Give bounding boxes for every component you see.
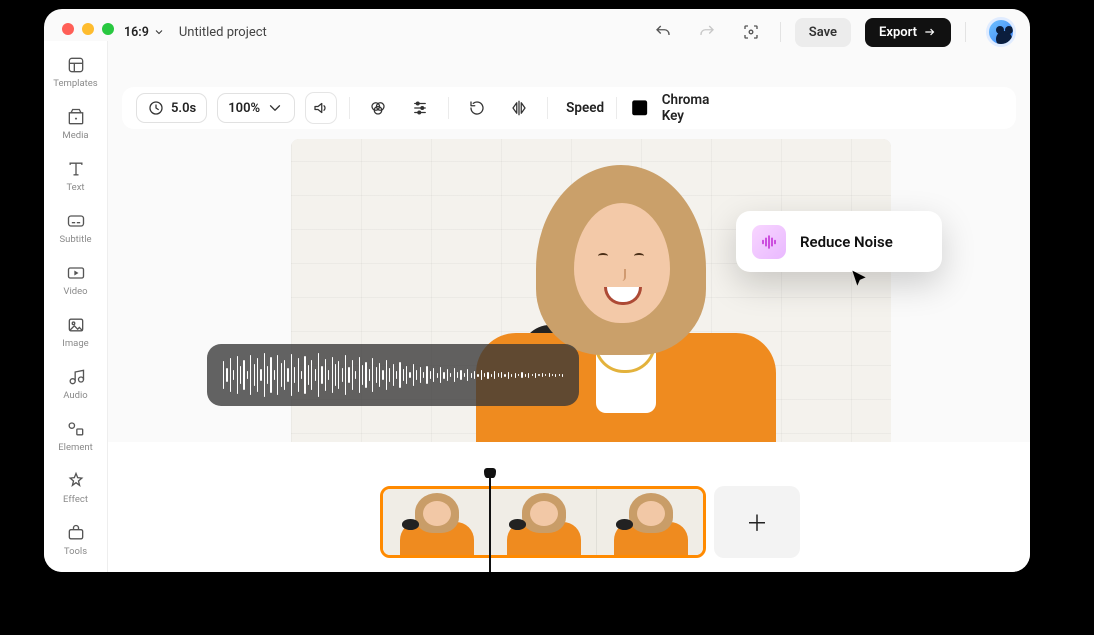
project-title[interactable]: Untitled project (179, 25, 267, 40)
separator (349, 97, 350, 119)
flip-button[interactable] (503, 92, 535, 124)
sidebar-item-video[interactable]: Video (44, 255, 107, 307)
subtitle-icon (66, 211, 86, 231)
duration-value: 5.0s (171, 101, 196, 116)
sidebar-label: Subtitle (59, 234, 91, 245)
add-clip-button[interactable]: ＋ (714, 486, 800, 558)
context-toolbar: 5.0s 100% (122, 87, 1016, 129)
audio-icon (66, 367, 86, 387)
canvas-stage: Reduce Noise (108, 129, 1030, 422)
timeline-clip[interactable] (380, 486, 706, 558)
chroma-key-button[interactable]: Chroma Key (629, 92, 709, 124)
flip-horizontal-icon (510, 99, 528, 117)
tools-icon (66, 523, 86, 543)
video-icon (66, 263, 86, 283)
zoom-value: 100% (228, 101, 260, 116)
close-dot-icon[interactable] (62, 23, 74, 35)
media-icon (66, 107, 86, 127)
color-filter-button[interactable] (362, 92, 394, 124)
clock-icon (147, 99, 165, 117)
separator (448, 97, 449, 119)
person-graphic (506, 157, 736, 468)
clip-thumbnail (596, 489, 703, 555)
speed-label: Speed (566, 100, 604, 116)
reduce-noise-label: Reduce Noise (800, 233, 893, 251)
separator (965, 22, 966, 42)
sidebar-label: Image (62, 338, 88, 349)
audio-waveform-overlay (207, 344, 579, 406)
separator (547, 97, 548, 119)
separator (780, 22, 781, 42)
image-icon (66, 315, 86, 335)
sidebar-label: Media (62, 130, 88, 141)
sidebar-item-image[interactable]: Image (44, 307, 107, 359)
rotate-button[interactable] (461, 92, 493, 124)
element-icon (66, 419, 86, 439)
templates-icon (66, 55, 86, 75)
sliders-icon (411, 99, 429, 117)
chroma-label: Chroma Key (662, 92, 710, 124)
chevron-down-icon (153, 26, 165, 38)
duration-control[interactable]: 5.0s (136, 93, 207, 123)
arrow-right-icon (923, 25, 937, 39)
effect-icon (66, 471, 86, 491)
maximize-dot-icon[interactable] (102, 23, 114, 35)
sidebar-label: Element (58, 442, 92, 453)
sidebar-label: Templates (53, 78, 97, 89)
video-preview[interactable] (291, 139, 891, 468)
sidebar-label: Effect (63, 494, 88, 505)
sidebar-label: Tools (64, 546, 87, 557)
redo-icon (698, 23, 716, 41)
reduce-noise-icon (752, 225, 786, 259)
sidebar-item-media[interactable]: Media (44, 99, 107, 151)
export-label: Export (879, 25, 917, 40)
timeline: ＋ (108, 442, 1030, 572)
clip-thumbnail (383, 489, 489, 555)
undo-button[interactable] (648, 17, 678, 47)
aspect-ratio-select[interactable]: 16:9 (124, 25, 165, 40)
plus-icon: ＋ (746, 506, 768, 538)
playhead[interactable] (489, 470, 491, 572)
crop-focus-icon (742, 23, 760, 41)
speed-button[interactable]: Speed (560, 100, 604, 116)
cursor-icon (849, 269, 869, 293)
separator (616, 97, 617, 119)
sidebar-label: Audio (63, 390, 87, 401)
sidebar-label: Video (63, 286, 87, 297)
sidebar-item-subtitle[interactable]: Subtitle (44, 203, 107, 255)
adjust-button[interactable] (404, 92, 436, 124)
app-window: 16:9 Untitled project Save Export (44, 9, 1030, 572)
sidebar-item-element[interactable]: Element (44, 411, 107, 463)
top-bar: 16:9 Untitled project Save Export (44, 9, 1030, 55)
window-controls[interactable] (62, 23, 114, 35)
reduce-noise-popover[interactable]: Reduce Noise (736, 211, 942, 272)
clip-thumbnail (489, 489, 596, 555)
redo-button[interactable] (692, 17, 722, 47)
save-button[interactable]: Save (795, 18, 851, 47)
undo-icon (654, 23, 672, 41)
chroma-key-icon (629, 95, 655, 121)
text-icon (66, 159, 86, 179)
rotate-icon (468, 99, 486, 117)
volume-icon (312, 99, 330, 117)
sidebar-label: Text (66, 182, 84, 193)
sidebar: Templates Media Text Subtitle Video Imag… (44, 41, 108, 572)
user-avatar[interactable] (986, 17, 1016, 47)
chevron-down-icon (266, 99, 284, 117)
sidebar-item-templates[interactable]: Templates (44, 47, 107, 99)
volume-button[interactable] (305, 92, 337, 124)
export-button[interactable]: Export (865, 18, 951, 47)
sidebar-item-tools[interactable]: Tools (44, 515, 107, 567)
crop-button[interactable] (736, 17, 766, 47)
overlap-circles-icon (369, 99, 387, 117)
sidebar-item-text[interactable]: Text (44, 151, 107, 203)
aspect-ratio-label: 16:9 (124, 25, 149, 40)
minimize-dot-icon[interactable] (82, 23, 94, 35)
sidebar-item-effect[interactable]: Effect (44, 463, 107, 515)
zoom-control[interactable]: 100% (217, 93, 295, 123)
sidebar-item-audio[interactable]: Audio (44, 359, 107, 411)
